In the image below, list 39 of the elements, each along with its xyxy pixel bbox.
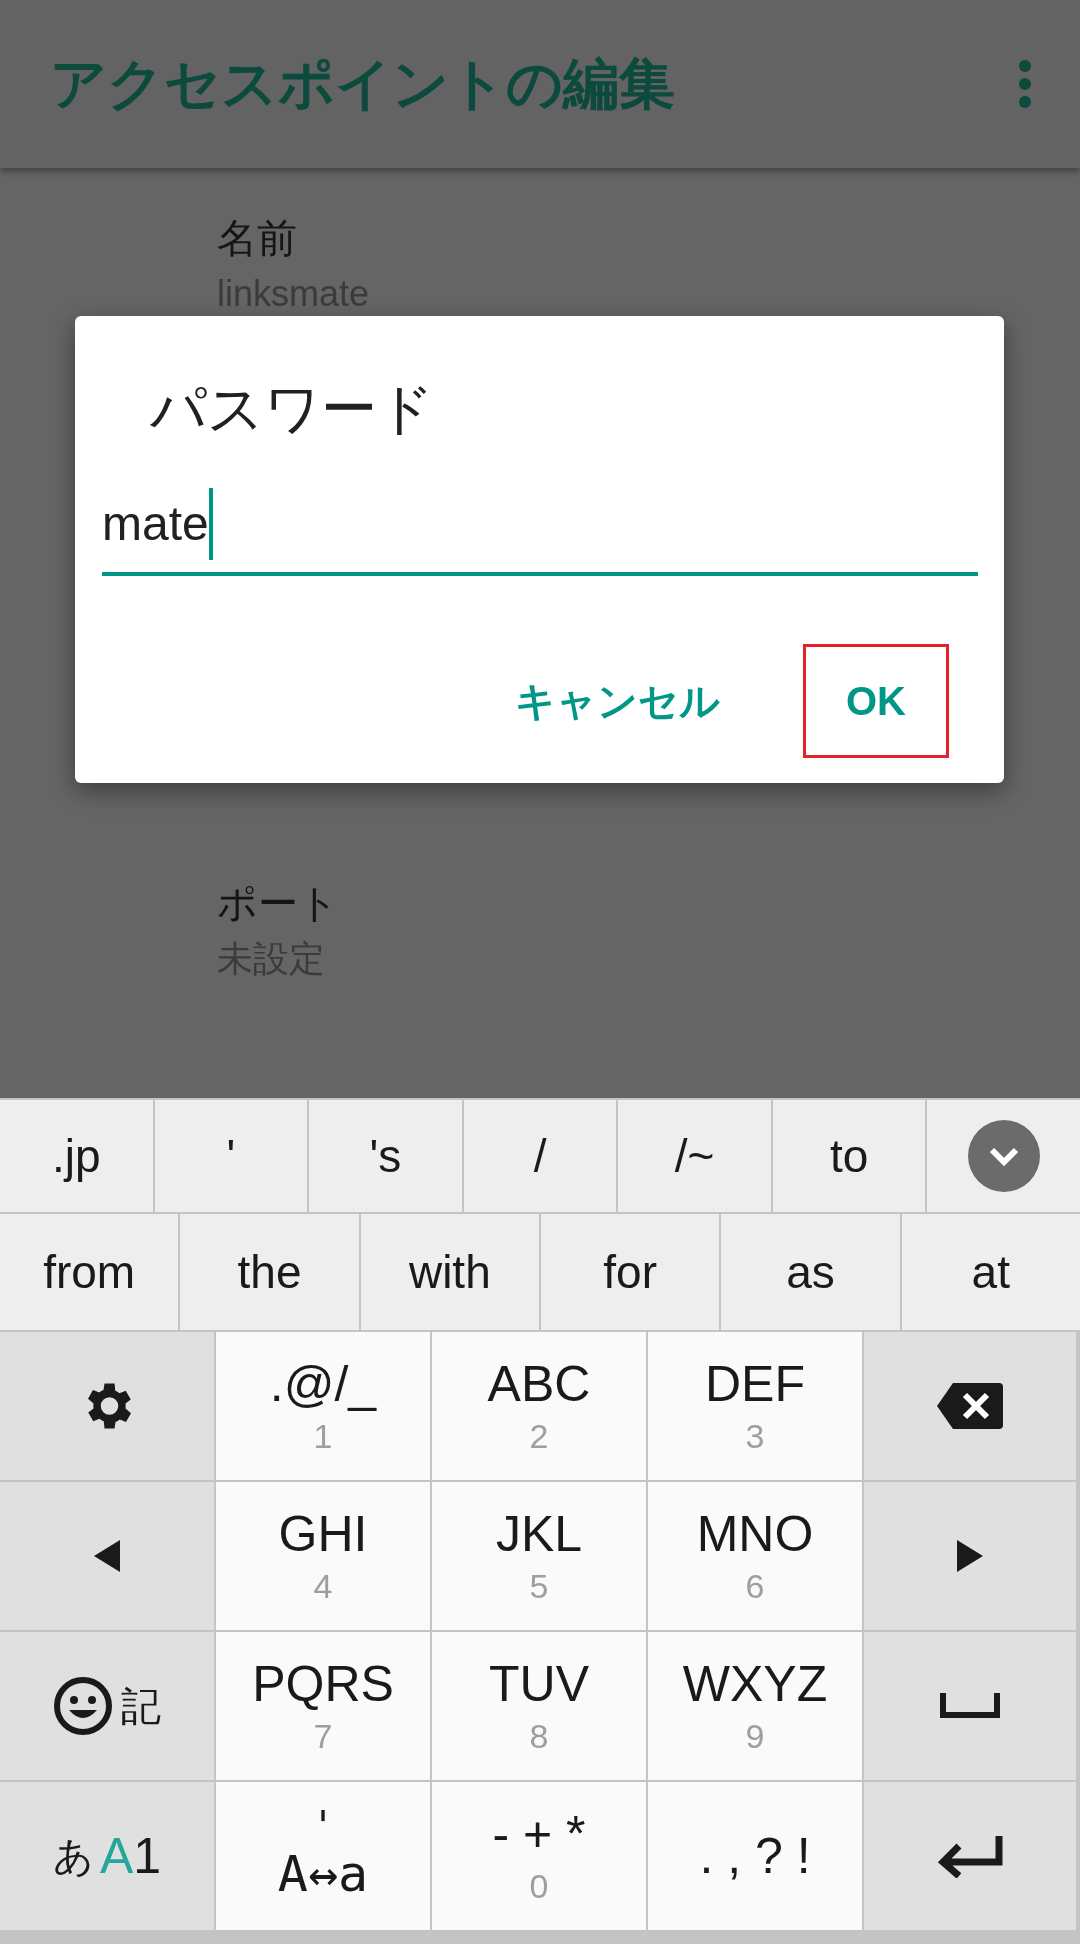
key[interactable]: GHI 4 [216, 1482, 430, 1630]
smiley-icon [53, 1676, 113, 1736]
key[interactable]: 記 [0, 1632, 214, 1780]
key[interactable]: .@/_ 1 [216, 1332, 430, 1480]
suggestion-key[interactable]: 's [309, 1100, 462, 1212]
suggestion-key[interactable]: at [901, 1214, 1080, 1330]
suggestion-key[interactable]: / [463, 1100, 617, 1212]
setting-label: 名前 [217, 215, 298, 262]
suggestion-key[interactable]: the [180, 1214, 359, 1330]
key[interactable]: ABC 2 [432, 1332, 646, 1480]
suggestion-key[interactable]: /~ [618, 1100, 771, 1212]
suggestion-key[interactable]: to [772, 1100, 926, 1212]
suggestion-key[interactable]: ' [154, 1100, 308, 1212]
key[interactable]: WXYZ 9 [648, 1632, 862, 1780]
key[interactable]: MNO 6 [648, 1482, 862, 1630]
input-mode-key[interactable]: あ A1 [0, 1782, 214, 1930]
app-bar-title: アクセスポイントの編集 [50, 56, 675, 112]
cancel-button[interactable]: キャンセル [472, 644, 763, 758]
suggestion-key[interactable]: with [360, 1214, 539, 1330]
ok-button[interactable]: OK [803, 644, 949, 758]
key[interactable]: DEF 3 [648, 1332, 862, 1480]
key[interactable]: - + * 0 [432, 1782, 646, 1930]
setting-label: ポート [217, 880, 340, 927]
suggestion-key[interactable]: as [721, 1214, 900, 1330]
left-arrow-icon[interactable] [92, 1538, 122, 1574]
key[interactable]: . , ? ! [648, 1782, 862, 1930]
enter-icon[interactable] [937, 1834, 1003, 1878]
key[interactable]: TUV 8 [432, 1632, 646, 1780]
suggestion-key[interactable]: .jp [0, 1100, 153, 1212]
key[interactable]: JKL 5 [432, 1482, 646, 1630]
suggestion-key[interactable]: from [0, 1214, 179, 1330]
key[interactable]: ' A↔a [216, 1782, 430, 1930]
key[interactable]: PQRS 7 [216, 1632, 430, 1780]
suggestion-key[interactable]: for [541, 1214, 720, 1330]
right-arrow-icon[interactable] [955, 1538, 985, 1574]
space-icon[interactable] [940, 1693, 1000, 1719]
backspace-icon[interactable] [935, 1381, 1005, 1431]
dialog-title: パスワード [150, 376, 434, 442]
password-field[interactable]: mate [102, 476, 978, 576]
